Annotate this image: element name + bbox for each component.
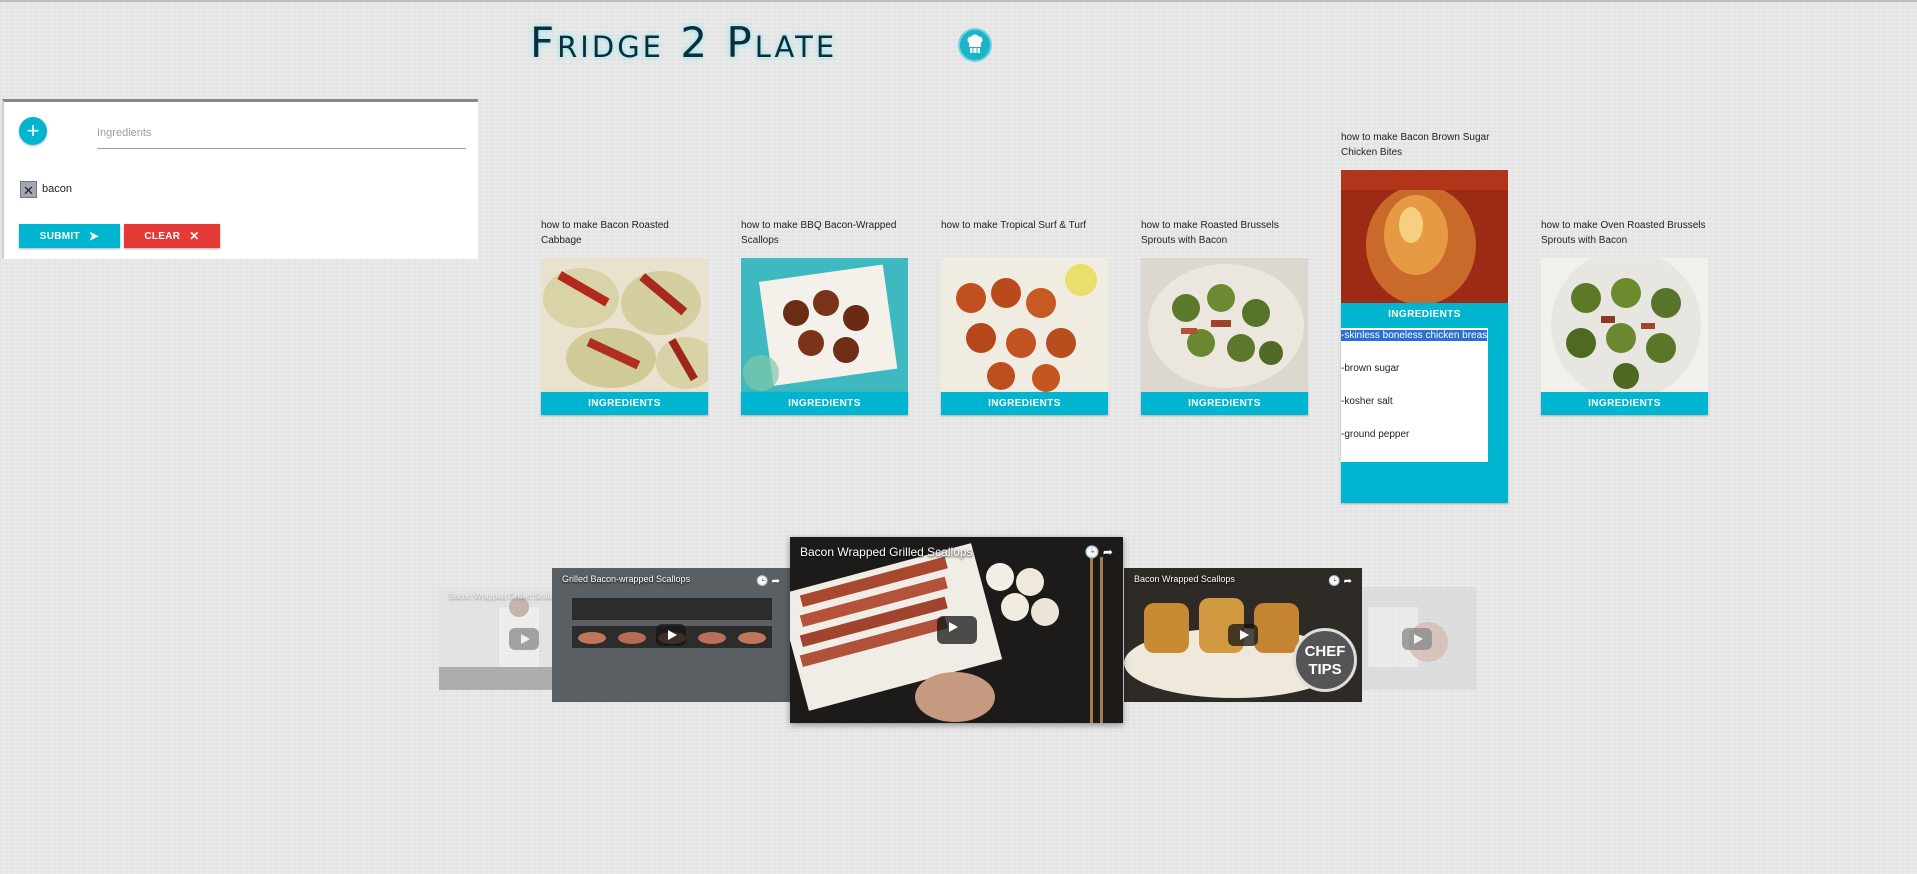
ingredient-input[interactable] bbox=[97, 122, 466, 149]
play-icon[interactable] bbox=[936, 616, 977, 644]
video-thumbnail[interactable]: Grilled Bacon-wrapped Scallops 🕒 ➦ bbox=[552, 568, 790, 702]
top-divider bbox=[0, 0, 1917, 2]
recipe-title: how to make Bacon Brown Sugar Chicken Bi… bbox=[1341, 132, 1490, 158]
recipe-title: how to make Oven Roasted Brussels Sprout… bbox=[1541, 220, 1706, 246]
video-title: Grilled Bacon-wrapped Scallops bbox=[562, 574, 691, 584]
ingredients-button[interactable]: INGREDIENTS bbox=[541, 392, 708, 415]
list-item: -ground pepper bbox=[1341, 429, 1410, 440]
video-title: Bacon Wrapped Scallops bbox=[1134, 574, 1235, 584]
play-icon[interactable] bbox=[1228, 624, 1258, 646]
recipe-title: how to make Bacon Roasted Cabbage bbox=[541, 220, 669, 246]
recipe-image[interactable] bbox=[941, 258, 1108, 392]
video-actions-icon[interactable]: 🕒 ➦ bbox=[756, 576, 780, 587]
play-icon[interactable] bbox=[656, 624, 686, 646]
video-title: Bacon Wrapped Grilled Scallops bbox=[449, 592, 565, 601]
ingredients-button[interactable]: INGREDIENTS bbox=[1341, 303, 1508, 326]
ingredients-panel: INGREDIENTS -skinless boneless chicken b… bbox=[1341, 303, 1508, 503]
recipe-image[interactable] bbox=[1541, 258, 1708, 392]
list-item: -skinless boneless chicken breas bbox=[1341, 330, 1488, 341]
recipe-image[interactable] bbox=[1141, 258, 1308, 392]
ingredient-list: -skinless boneless chicken breas -brown … bbox=[1341, 328, 1488, 462]
recipe-title: how to make BBQ Bacon-Wrapped Scallops bbox=[741, 220, 897, 246]
recipe-title: how to make Roasted Brussels Sprouts wit… bbox=[1141, 220, 1279, 246]
chip-label: bacon bbox=[42, 183, 72, 195]
video-player-main[interactable]: Bacon Wrapped Grilled Scallops 🕒 ➦ bbox=[790, 537, 1123, 723]
video-thumbnail[interactable]: Bacon Wrapped Scallops 🕒 ➦ CHEF TIPS bbox=[1124, 568, 1362, 702]
recipe-title: how to make Tropical Surf & Turf bbox=[941, 220, 1087, 231]
recipe-image[interactable] bbox=[741, 258, 908, 392]
list-item: -brown sugar bbox=[1341, 363, 1400, 374]
chef-tips-badge: CHEF TIPS bbox=[1293, 628, 1357, 692]
play-icon[interactable] bbox=[509, 627, 539, 650]
ingredients-button[interactable]: INGREDIENTS bbox=[1541, 392, 1708, 415]
ingredient-chip: ✕ bacon bbox=[20, 180, 72, 198]
add-ingredient-button[interactable]: + bbox=[19, 117, 47, 145]
close-icon: ✕ bbox=[189, 229, 200, 243]
list-item: -kosher salt bbox=[1341, 396, 1393, 407]
ingredients-button[interactable]: INGREDIENTS bbox=[741, 392, 908, 415]
recipe-image[interactable] bbox=[1341, 170, 1508, 304]
ingredients-button[interactable]: INGREDIENTS bbox=[941, 392, 1108, 415]
video-actions-icon[interactable]: 🕒 ➦ bbox=[1328, 576, 1352, 587]
remove-chip-icon[interactable]: ✕ bbox=[20, 180, 37, 198]
app-title: Fridge 2 Plate bbox=[530, 18, 838, 67]
send-icon: ➤ bbox=[88, 229, 100, 243]
play-icon[interactable] bbox=[1402, 627, 1432, 650]
video-thumbnail[interactable] bbox=[1358, 587, 1476, 690]
clear-button[interactable]: CLEAR ✕ bbox=[124, 224, 220, 248]
submit-button[interactable]: SUBMIT ➤ bbox=[19, 224, 120, 248]
submit-label: SUBMIT bbox=[39, 230, 80, 242]
recipe-image[interactable] bbox=[541, 258, 708, 392]
clear-label: CLEAR bbox=[144, 230, 181, 242]
ingredient-panel: + ✕ bacon SUBMIT ➤ CLEAR ✕ bbox=[2, 99, 478, 259]
chef-hat-icon bbox=[958, 28, 992, 62]
video-title: Bacon Wrapped Grilled Scallops bbox=[800, 545, 973, 559]
ingredients-button[interactable]: INGREDIENTS bbox=[1141, 392, 1308, 415]
video-actions-icon[interactable]: 🕒 ➦ bbox=[1085, 545, 1113, 559]
